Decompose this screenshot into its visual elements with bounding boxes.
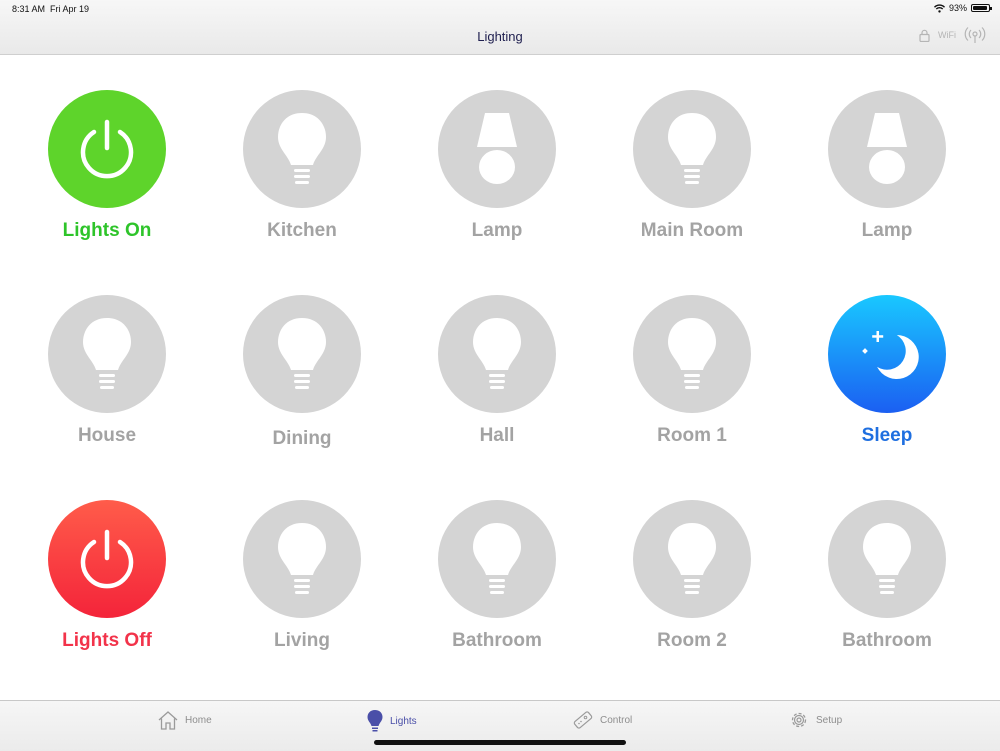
- light-button[interactable]: [243, 295, 361, 413]
- light-button[interactable]: [828, 90, 946, 208]
- tab-home[interactable]: Home: [157, 709, 212, 731]
- tile-label: Hall: [479, 425, 515, 446]
- sleep-button[interactable]: [828, 295, 946, 413]
- bulb-icon: [668, 113, 716, 184]
- power-icon: [80, 529, 134, 589]
- tab-label: Control: [600, 714, 633, 726]
- tile-label: Room 1: [657, 425, 727, 446]
- battery-percent: 93%: [948, 3, 967, 13]
- tile-bathroom-2[interactable]: Bathroom: [797, 500, 977, 652]
- tile-label: Lights On: [62, 220, 152, 241]
- status-indicators: 93%: [933, 3, 992, 13]
- home-indicator[interactable]: [374, 740, 626, 745]
- tile-sleep[interactable]: Sleep: [797, 295, 977, 447]
- tile-label: Lights Off: [62, 630, 152, 651]
- tab-label: Setup: [816, 714, 843, 726]
- light-button[interactable]: [438, 500, 556, 618]
- bulb-icon: [473, 523, 521, 594]
- tile-lights-on[interactable]: Lights On: [17, 90, 197, 242]
- home-icon: [158, 711, 178, 730]
- tile-label: Kitchen: [267, 220, 337, 241]
- light-button[interactable]: [633, 295, 751, 413]
- light-button[interactable]: [828, 500, 946, 618]
- bulb-icon: [278, 318, 326, 389]
- tile-label: Sleep: [861, 425, 913, 446]
- bulb-icon: [668, 523, 716, 594]
- tab-setup[interactable]: Setup: [788, 709, 842, 731]
- battery-icon: [971, 4, 992, 12]
- bulb-icon: [473, 318, 521, 389]
- light-button[interactable]: [438, 295, 556, 413]
- tab-label: Lights: [390, 715, 417, 727]
- bulb-icon: [278, 523, 326, 594]
- lights-on-button[interactable]: [48, 90, 166, 208]
- time: 8:31 AM: [12, 4, 46, 14]
- nav-right-items: WiFi: [919, 26, 986, 44]
- tab-control[interactable]: Control: [572, 709, 632, 731]
- light-button[interactable]: [438, 90, 556, 208]
- tile-label: Bathroom: [842, 630, 932, 651]
- lights-off-button[interactable]: [48, 500, 166, 618]
- status-time: 8:31 AM Fri Apr 19: [12, 4, 89, 14]
- page-title: Lighting: [477, 29, 523, 44]
- light-button[interactable]: [633, 90, 751, 208]
- bulb-icon: [278, 113, 326, 184]
- light-button[interactable]: [48, 295, 166, 413]
- tile-house[interactable]: House: [17, 295, 197, 447]
- tile-kitchen[interactable]: Kitchen: [212, 90, 392, 242]
- tab-label: Home: [185, 714, 212, 726]
- tile-label: House: [77, 425, 137, 446]
- gear-icon: [791, 712, 807, 728]
- wifi-label[interactable]: WiFi: [938, 30, 956, 40]
- tab-lights[interactable]: Lights: [366, 709, 417, 733]
- lamp-icon: [477, 113, 517, 184]
- tile-room-1[interactable]: Room 1: [602, 295, 782, 447]
- tile-main-room[interactable]: Main Room: [602, 90, 782, 242]
- tile-living[interactable]: Living: [212, 500, 392, 652]
- bulb-icon: [367, 710, 383, 732]
- tile-label: Dining: [272, 428, 332, 449]
- bulb-icon: [863, 523, 911, 594]
- date: Fri Apr 19: [50, 4, 90, 14]
- tile-dining[interactable]: Dining: [212, 295, 392, 450]
- wifi-signal-icon: [933, 3, 945, 13]
- tile-bathroom[interactable]: Bathroom: [407, 500, 587, 652]
- tile-label: Bathroom: [452, 630, 542, 651]
- moon-icon: [862, 331, 919, 379]
- tile-room-2[interactable]: Room 2: [602, 500, 782, 652]
- power-icon: [80, 119, 134, 179]
- tile-lights-off[interactable]: Lights Off: [17, 500, 197, 652]
- navigation-bar: 8:31 AM Fri Apr 19 93% Lighting WiFi: [0, 0, 1000, 55]
- wireless-signal-icon[interactable]: [964, 26, 986, 44]
- light-button[interactable]: [633, 500, 751, 618]
- bulb-icon: [83, 318, 131, 389]
- bulb-icon: [668, 318, 716, 389]
- tile-label: Main Room: [640, 220, 744, 241]
- tile-label: Lamp: [861, 220, 913, 241]
- tile-lamp[interactable]: Lamp: [407, 90, 587, 242]
- light-button[interactable]: [243, 90, 361, 208]
- tile-hall[interactable]: Hall: [407, 295, 587, 447]
- tile-label: Room 2: [657, 630, 727, 651]
- lamp-icon: [867, 113, 907, 184]
- tile-label: Living: [274, 630, 330, 651]
- lock-icon[interactable]: [919, 29, 930, 42]
- tile-label: Lamp: [471, 220, 523, 241]
- tile-lamp-2[interactable]: Lamp: [797, 90, 977, 242]
- light-button[interactable]: [243, 500, 361, 618]
- remote-icon: [573, 711, 593, 729]
